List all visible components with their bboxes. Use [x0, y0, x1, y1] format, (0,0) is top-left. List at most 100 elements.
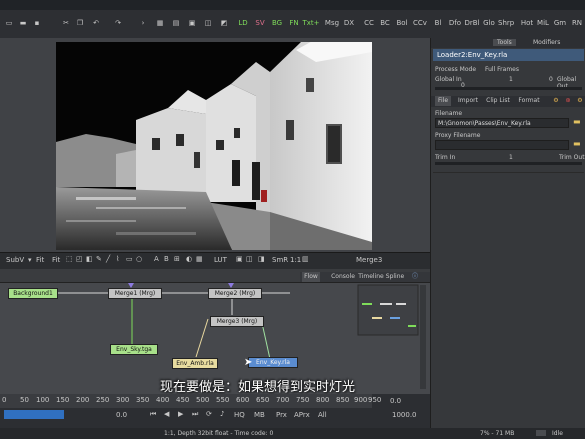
flow-node-merge2[interactable]: Merge2 (Mrg) — [208, 288, 262, 299]
process-mode-select[interactable]: Full Frames — [485, 66, 519, 73]
all-button[interactable]: All — [318, 411, 327, 419]
panel-icon[interactable]: ▤ — [170, 14, 182, 32]
tool-bol-button[interactable]: Bol — [394, 14, 410, 32]
grid-icon[interactable]: ▦ — [154, 14, 166, 32]
color-channel-icon[interactable]: ◐ — [186, 255, 192, 263]
tab-console[interactable]: Console — [330, 272, 356, 282]
new-file-icon[interactable]: ▭ — [4, 14, 14, 32]
layout-icon[interactable]: ◫ — [202, 14, 214, 32]
info-icon[interactable]: ⓘ — [410, 272, 420, 282]
render-range-bar[interactable] — [4, 410, 64, 419]
tab-clip-list[interactable]: Clip List — [485, 96, 511, 106]
tool-gm-button[interactable]: Gm — [553, 14, 567, 32]
tool-rn-button[interactable]: RN — [570, 14, 584, 32]
goto-end-icon[interactable]: ⏭ — [192, 410, 198, 419]
tool-ld-button[interactable]: LD — [236, 14, 250, 32]
rectangle-icon[interactable]: ▭ — [126, 255, 133, 263]
channel-b-icon[interactable]: B — [164, 255, 169, 263]
dod-icon[interactable]: ◫ — [246, 255, 253, 263]
tool-drbl-button[interactable]: DrBl — [464, 14, 480, 32]
tab-flow[interactable]: Flow — [302, 272, 320, 282]
lock-icon[interactable]: ▥ — [302, 255, 309, 263]
channel-a-icon[interactable]: A — [154, 255, 159, 263]
fit-button[interactable]: Fit — [52, 256, 60, 264]
proxy-folder-icon[interactable]: ▬ — [573, 139, 581, 148]
color-icon[interactable]: ◩ — [218, 14, 230, 32]
tab-file[interactable]: File — [435, 96, 451, 106]
tool-dfo-button[interactable]: Dfo — [448, 14, 462, 32]
tab-timeline[interactable]: Timeline — [358, 272, 384, 282]
filename-field[interactable]: M:\Gnomon\Passes\Env_Key.rla — [435, 118, 569, 128]
tool-fn-button[interactable]: FN — [287, 14, 301, 32]
undo-icon[interactable]: ↶ — [90, 14, 102, 32]
open-file-icon[interactable]: ▬ — [18, 14, 28, 32]
audio-icon[interactable]: ♪ — [220, 410, 224, 418]
tab-spline[interactable]: Spline — [384, 272, 406, 282]
brush-icon[interactable]: ⌇ — [116, 255, 119, 263]
node-title-bar[interactable]: Loader2:Env_Key.rla — [433, 49, 584, 61]
tool-bg-button[interactable]: BG — [270, 14, 284, 32]
crop-icon[interactable]: ◰ — [76, 255, 83, 263]
options-icon[interactable]: ⚙ — [575, 96, 585, 106]
tab-import[interactable]: Import — [457, 96, 479, 106]
redo-icon[interactable]: ↷ — [112, 14, 124, 32]
current-time-field[interactable]: 0.0 — [390, 397, 401, 405]
step-back-icon[interactable]: ◀ — [164, 410, 169, 418]
tab-tools[interactable]: Tools — [493, 39, 516, 46]
flow-node-env-sky[interactable]: Env_Sky.tga — [110, 344, 158, 355]
settings-icon[interactable]: ⚙ — [551, 96, 561, 106]
chevron-down-icon[interactable]: ▾ — [28, 256, 32, 264]
auto-proxy-button[interactable]: APrx — [294, 411, 310, 419]
tool-dx-button[interactable]: DX — [342, 14, 356, 32]
viewer-image[interactable] — [56, 42, 372, 250]
gradient-icon[interactable]: ◧ — [86, 255, 93, 263]
copy-icon[interactable]: ❐ — [74, 14, 86, 32]
global-range-slider[interactable] — [435, 87, 582, 90]
proxy-button[interactable]: Prx — [276, 411, 287, 419]
window-icon[interactable]: ▣ — [186, 14, 198, 32]
flow-node-env-amb[interactable]: Env_Amb.rla — [172, 358, 218, 369]
tab-format[interactable]: Format — [517, 96, 541, 106]
subview-dropdown[interactable]: SubV — [6, 256, 24, 264]
tool-txt-button[interactable]: Txt+ — [302, 14, 320, 32]
tool-mil-button[interactable]: MiL — [537, 14, 549, 32]
end-time-field[interactable]: 1000.0 — [392, 411, 417, 419]
render-start-field[interactable]: 0.0 — [116, 411, 127, 419]
tool-glo-button[interactable]: Glo — [482, 14, 496, 32]
mb-button[interactable]: MB — [254, 411, 265, 419]
flow-node-merge3[interactable]: Merge3 (Mrg) — [210, 316, 264, 327]
roi-icon[interactable]: ▣ — [236, 255, 243, 263]
tool-msg-button[interactable]: Msg — [324, 14, 340, 32]
tool-cc-button[interactable]: CC — [362, 14, 376, 32]
fit-dropdown[interactable]: Fit — [36, 256, 44, 264]
loop-icon[interactable]: ⟳ — [206, 410, 212, 418]
tab-modifiers[interactable]: Modifiers — [533, 39, 560, 46]
tool-bc-button[interactable]: BC — [378, 14, 392, 32]
hq-button[interactable]: HQ — [234, 411, 245, 419]
proxy-filename-field[interactable] — [435, 140, 569, 150]
tool-bl-button[interactable]: Bl — [432, 14, 444, 32]
lut-button[interactable]: LUT — [214, 256, 227, 264]
flow-node-env-key[interactable]: Env_Key.rla — [248, 357, 298, 368]
line-icon[interactable]: ╱ — [106, 255, 110, 263]
flow-node-background[interactable]: Background1 — [8, 288, 58, 299]
flow-node-merge1[interactable]: Merge1 (Mrg) — [108, 288, 162, 299]
play-icon[interactable]: ▶ — [178, 410, 183, 418]
channel-icon[interactable]: ⊞ — [174, 255, 180, 263]
reset-icon[interactable]: ⊛ — [563, 96, 573, 106]
cut-icon[interactable]: ✂ — [60, 14, 72, 32]
next-icon[interactable]: › — [138, 14, 148, 32]
zoom-1-1-button[interactable]: 1:1 — [290, 256, 301, 264]
goto-start-icon[interactable]: ⏮ — [150, 410, 156, 419]
tool-ccv-button[interactable]: CCv — [412, 14, 428, 32]
tool-shrp-button[interactable]: Shrp — [498, 14, 514, 32]
smr-button[interactable]: SmR — [272, 256, 288, 264]
checker-icon[interactable]: ▦ — [196, 255, 203, 263]
pan-icon[interactable]: ⬚ — [66, 255, 73, 263]
stereo-icon[interactable]: ◨ — [258, 255, 265, 263]
tool-hot-button[interactable]: Hot — [520, 14, 534, 32]
pencil-icon[interactable]: ✎ — [96, 255, 102, 263]
time-ruler[interactable]: 0 50 100 150 200 250 300 350 400 450 500… — [0, 394, 381, 408]
trim-range-slider[interactable] — [435, 162, 582, 165]
circle-icon[interactable]: ○ — [136, 255, 142, 263]
